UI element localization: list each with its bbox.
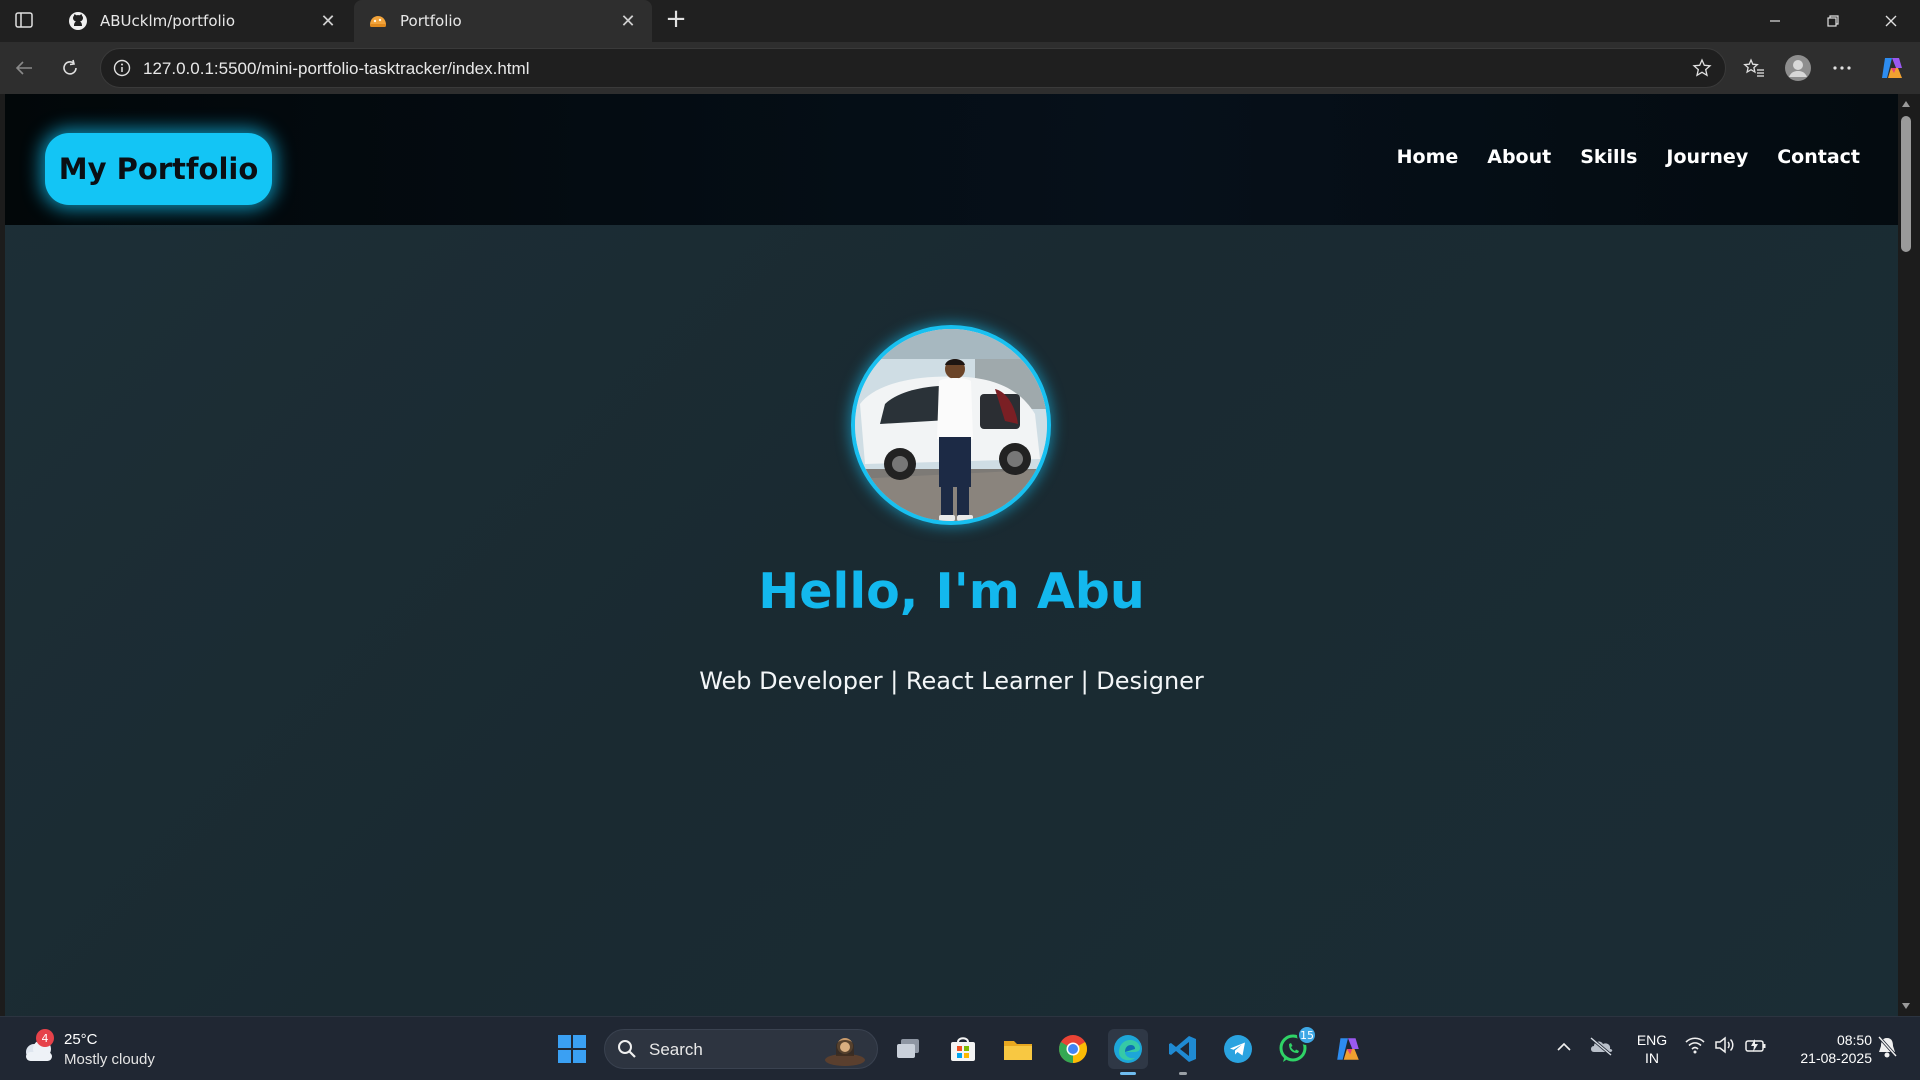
- scrollbar-thumb[interactable]: [1901, 116, 1911, 252]
- notification-bell-icon[interactable]: [1876, 1035, 1900, 1059]
- weather-widget[interactable]: 4 25°C Mostly cloudy: [20, 1029, 200, 1071]
- running-indicator: [1179, 1072, 1187, 1075]
- site-nav: Home About Skills Journey Contact: [1397, 146, 1860, 168]
- onedrive-offline-icon[interactable]: [1588, 1035, 1614, 1059]
- chrome-icon[interactable]: [1053, 1029, 1093, 1069]
- taskbar-clock[interactable]: 08:50 21-08-2025: [1782, 1031, 1872, 1067]
- tab-portfolio[interactable]: Portfolio ✕: [354, 0, 652, 42]
- tab-title: Portfolio: [400, 12, 462, 30]
- volume-icon: [1714, 1035, 1736, 1059]
- clock-date: 21-08-2025: [1800, 1050, 1872, 1066]
- weather-alert-badge: 4: [36, 1029, 54, 1047]
- browser-toolbar: 127.0.0.1:5500/mini-portfolio-tasktracke…: [0, 42, 1920, 94]
- site-info-icon[interactable]: [111, 57, 133, 79]
- back-arrow-icon[interactable]: [8, 52, 40, 84]
- close-tab-icon[interactable]: ✕: [618, 11, 638, 32]
- favorite-star-icon[interactable]: [1691, 57, 1713, 79]
- page-viewport: My Portfolio Home About Skills Journey C…: [5, 94, 1898, 1016]
- clock-time: 08:50: [1836, 1032, 1872, 1048]
- microsoft-store-icon[interactable]: [943, 1029, 983, 1069]
- close-window-button[interactable]: [1862, 0, 1920, 42]
- close-tab-icon[interactable]: ✕: [318, 11, 338, 32]
- search-label: Search: [649, 1040, 703, 1059]
- copilot-icon[interactable]: [1876, 52, 1908, 84]
- task-view-icon[interactable]: [888, 1029, 928, 1069]
- region-code: IN: [1645, 1050, 1659, 1066]
- scroll-up-icon[interactable]: [1900, 98, 1912, 110]
- tab-github[interactable]: ABUcklm/portfolio ✕: [54, 0, 352, 42]
- nav-skills-link[interactable]: Skills: [1580, 146, 1637, 168]
- portfolio-favicon-icon: [368, 11, 388, 31]
- language-indicator[interactable]: ENG IN: [1632, 1031, 1672, 1067]
- system-tray[interactable]: [1684, 1035, 1768, 1059]
- tab-title: ABUcklm/portfolio: [100, 12, 236, 30]
- wifi-icon: [1684, 1035, 1706, 1059]
- hero-section: Hello, I'm Abu Web Developer | React Lea…: [5, 225, 1898, 1016]
- browser-tabstrip: ABUcklm/portfolio ✕ Portfolio ✕ +: [0, 0, 1920, 42]
- hero-subtitle: Web Developer | React Learner | Designer: [699, 667, 1204, 695]
- file-explorer-icon[interactable]: [998, 1029, 1038, 1069]
- windows-taskbar: 4 25°C Mostly cloudy Search 15 ENG IN 08…: [0, 1016, 1920, 1080]
- profile-avatar-icon[interactable]: [1782, 52, 1814, 84]
- site-logo-button[interactable]: My Portfolio: [45, 133, 272, 205]
- nav-journey-link[interactable]: Journey: [1666, 146, 1748, 168]
- weather-condition: Mostly cloudy: [64, 1051, 155, 1068]
- nav-contact-link[interactable]: Contact: [1777, 146, 1860, 168]
- whatsapp-unread-badge: 15: [1297, 1025, 1317, 1045]
- new-tab-button[interactable]: +: [660, 6, 692, 34]
- show-hidden-icons-chevron-icon[interactable]: [1552, 1035, 1576, 1059]
- vscode-icon[interactable]: [1163, 1029, 1203, 1075]
- taskbar-search[interactable]: Search: [604, 1029, 878, 1069]
- page-scrollbar[interactable]: [1898, 94, 1914, 1016]
- sidebar-toggle-icon[interactable]: [8, 6, 40, 34]
- address-bar[interactable]: 127.0.0.1:5500/mini-portfolio-tasktracke…: [100, 48, 1726, 88]
- reload-icon[interactable]: [54, 52, 86, 84]
- telegram-icon[interactable]: [1218, 1029, 1258, 1069]
- restore-button[interactable]: [1804, 0, 1862, 42]
- language-code: ENG: [1636, 1032, 1668, 1048]
- temperature: 25°C: [64, 1031, 98, 1048]
- whatsapp-icon[interactable]: 15: [1273, 1025, 1317, 1069]
- profile-photo: [851, 325, 1051, 525]
- nav-about-link[interactable]: About: [1487, 146, 1551, 168]
- hero-title: Hello, I'm Abu: [758, 563, 1145, 620]
- scroll-down-icon[interactable]: [1900, 1000, 1912, 1012]
- minimize-button[interactable]: [1746, 0, 1804, 42]
- github-icon: [68, 11, 88, 31]
- nav-home-link[interactable]: Home: [1397, 146, 1459, 168]
- windows-start-icon[interactable]: [552, 1029, 592, 1069]
- search-highlight-icon: [823, 1034, 867, 1066]
- favorites-icon[interactable]: [1738, 52, 1770, 84]
- url-text: 127.0.0.1:5500/mini-portfolio-tasktracke…: [143, 59, 530, 78]
- battery-charging-icon: [1744, 1035, 1768, 1059]
- running-indicator: [1120, 1072, 1136, 1075]
- edge-icon[interactable]: [1108, 1029, 1148, 1075]
- copilot-app-icon[interactable]: [1328, 1029, 1368, 1069]
- search-icon: [617, 1039, 637, 1063]
- site-header: My Portfolio Home About Skills Journey C…: [5, 94, 1898, 225]
- more-options-icon[interactable]: [1826, 52, 1858, 84]
